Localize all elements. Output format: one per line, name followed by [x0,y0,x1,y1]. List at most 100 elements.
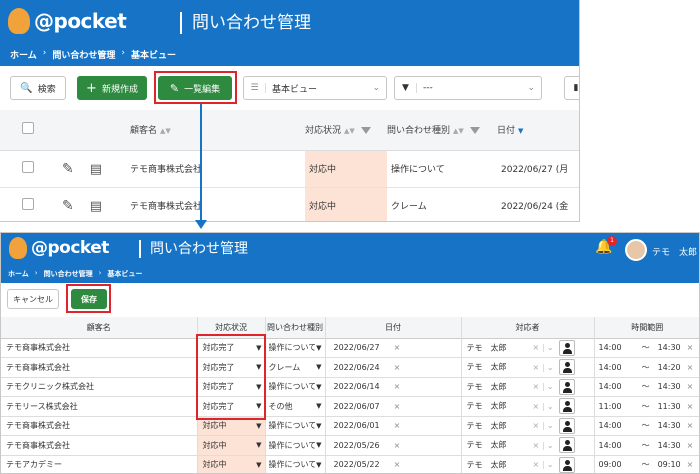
handler-field[interactable]: テモ 太郎 × | ⌄ [461,416,595,436]
status-select[interactable]: 対応中 ▼ [197,455,266,473]
clear-icon[interactable]: × [687,382,694,391]
type-select[interactable]: 操作について ▼ [265,416,326,436]
clear-icon[interactable]: × [687,441,694,450]
arrow-down-icon [195,220,207,229]
col-handler: 対応者 [461,317,595,339]
chevron-down-icon: ⌄ [546,421,554,431]
table-row[interactable]: テモ商事株式会社 対応中 ▼ 操作について ▼ 2022/05/26 × テモ 太郎 × | ⌄ 14… [1,435,699,456]
clear-icon[interactable]: × [687,402,694,411]
chevron-down-icon: ⌄ [546,343,554,352]
col-type[interactable]: 問い合わせ種別 ▲▼ [387,110,497,151]
time-range-field[interactable]: 14:00 〜 14:30 × [594,338,699,358]
person-icon[interactable] [558,437,575,454]
table-row[interactable]: テモ商事株式会社 対応完了 ▼ 操作について ▼ 2022/06/27 × テモ 太郎 × | ⌄ 1… [1,338,699,358]
chevron-down-icon: ⌄ [546,362,554,372]
time-range-field[interactable]: 14:00 〜 14:20 × [594,357,699,378]
sort-icon: ▲▼ [160,127,171,136]
date-field[interactable]: 2022/06/01 × [325,416,462,436]
clear-icon[interactable]: × [394,441,401,450]
handler-field[interactable]: テモ 太郎 × | ⌄ [461,396,595,417]
clear-icon[interactable]: × [687,460,694,469]
clear-icon[interactable]: × [394,363,401,372]
search-button[interactable]: 🔍 検索 [10,76,66,100]
type-select[interactable]: 操作について ▼ [265,455,326,473]
clear-icon[interactable]: × [394,382,401,391]
clear-icon[interactable]: × [394,421,401,430]
select-all-checkbox[interactable] [22,122,34,135]
clear-icon[interactable]: × [394,460,401,469]
app-logo[interactable]: @pocket [8,8,127,34]
clear-icon[interactable]: × [533,402,540,411]
col-date[interactable]: 日付 ▼ [497,110,579,151]
time-range-field[interactable]: 09:00 〜 09:10 × [594,455,699,473]
breadcrumb-home[interactable]: ホーム [10,48,37,61]
person-icon[interactable] [558,359,575,376]
filter-select[interactable]: ▼ --- ⌄ [394,76,542,100]
avatar[interactable] [625,239,647,261]
handler-field[interactable]: テモ 太郎 × | ⌄ [461,435,595,456]
handler-field[interactable]: テモ 太郎 × | ⌄ [461,455,595,473]
col-status[interactable]: 対応状況 ▲▼ [305,110,387,151]
chart-button[interactable]: ▮ [564,76,579,100]
type-select[interactable]: クレーム ▼ [265,357,326,378]
table-row[interactable]: テモ商事株式会社 対応中 ▼ 操作について ▼ 2022/06/01 × テモ 太郎 × | ⌄ 14… [1,416,699,436]
person-icon[interactable] [558,456,575,473]
date-field[interactable]: 2022/05/26 × [325,435,462,456]
table-row[interactable]: ✎ ▤ テモ商事株式会社 対応中 クレーム 2022/06/24 (金 [0,187,579,221]
type-select[interactable]: 操作について ▼ [265,435,326,456]
clear-icon[interactable]: × [533,382,540,391]
row-checkbox[interactable] [22,161,34,173]
breadcrumb-current: 基本ビュー [107,270,143,278]
document-icon[interactable]: ▤ [90,162,102,177]
clear-icon[interactable]: × [687,421,694,430]
time-range-field[interactable]: 11:00 〜 11:30 × [594,396,699,417]
breadcrumb-home[interactable]: ホーム [8,269,29,279]
clear-icon[interactable]: × [394,343,401,352]
clear-icon[interactable]: × [533,460,540,469]
date-field[interactable]: 2022/06/24 × [325,357,462,378]
clear-icon[interactable]: × [533,363,540,372]
person-icon[interactable] [558,378,575,395]
time-range-field[interactable]: 14:00 〜 14:30 × [594,435,699,456]
breadcrumb-section[interactable]: 問い合わせ管理 [44,269,93,279]
document-icon[interactable]: ▤ [90,199,102,214]
table-row[interactable]: テモリース株式会社 対応完了 ▼ その他 ▼ 2022/06/07 × テモ 太郎 × | ⌄ 11:… [1,396,699,417]
handler-field[interactable]: テモ 太郎 × | ⌄ [461,357,595,378]
table-row[interactable]: テモクリニック株式会社 対応完了 ▼ 操作について ▼ 2022/06/14 × テモ 太郎 ×… [1,377,699,397]
time-range-field[interactable]: 14:00 〜 14:30 × [594,416,699,436]
table-row[interactable]: ✎ ▤ テモ商事株式会社 対応中 操作について 2022/06/27 (月 [0,150,579,188]
date-field[interactable]: 2022/05/22 × [325,455,462,473]
user-name[interactable]: テモ 太郎 [652,245,697,258]
edit-icon[interactable]: ✎ [62,198,74,214]
date-field[interactable]: 2022/06/14 × [325,377,462,397]
handler-field[interactable]: テモ 太郎 × | ⌄ [461,338,595,358]
list-icon: ☰ [244,83,266,93]
clear-icon[interactable]: × [533,441,540,450]
app-logo[interactable]: @pocket [9,237,109,259]
table-row[interactable]: テモアカデミー 対応中 ▼ 操作について ▼ 2022/05/22 × テモ 太郎 × | ⌄ 09:… [1,455,699,473]
cancel-button[interactable]: キャンセル [7,289,59,309]
clear-icon[interactable]: × [687,363,694,372]
type-select[interactable]: 操作について ▼ [265,338,326,358]
type-select[interactable]: 操作について ▼ [265,377,326,397]
clear-icon[interactable]: × [533,421,540,430]
person-icon[interactable] [558,339,575,356]
table-row[interactable]: テモ商事株式会社 対応完了 ▼ クレーム ▼ 2022/06/24 × テモ 太郎 × | ⌄ 14:… [1,357,699,378]
person-icon[interactable] [558,398,575,415]
clear-icon[interactable]: × [687,343,694,352]
date-field[interactable]: 2022/06/07 × [325,396,462,417]
clear-icon[interactable]: × [533,343,540,352]
type-select[interactable]: その他 ▼ [265,396,326,417]
time-range-field[interactable]: 14:00 〜 14:30 × [594,377,699,397]
edit-icon[interactable]: ✎ [62,161,74,177]
date-field[interactable]: 2022/06/27 × [325,338,462,358]
breadcrumb-section[interactable]: 問い合わせ管理 [52,48,115,61]
status-select[interactable]: 対応中 ▼ [197,435,266,456]
new-button[interactable]: + 新規作成 [77,76,147,100]
view-select[interactable]: ☰ 基本ビュー ⌄ [243,76,387,100]
person-icon[interactable] [558,417,575,434]
clear-icon[interactable]: × [394,402,401,411]
col-customer[interactable]: 顧客名 ▲▼ [130,110,305,151]
handler-field[interactable]: テモ 太郎 × | ⌄ [461,377,595,397]
row-checkbox[interactable] [22,198,34,210]
